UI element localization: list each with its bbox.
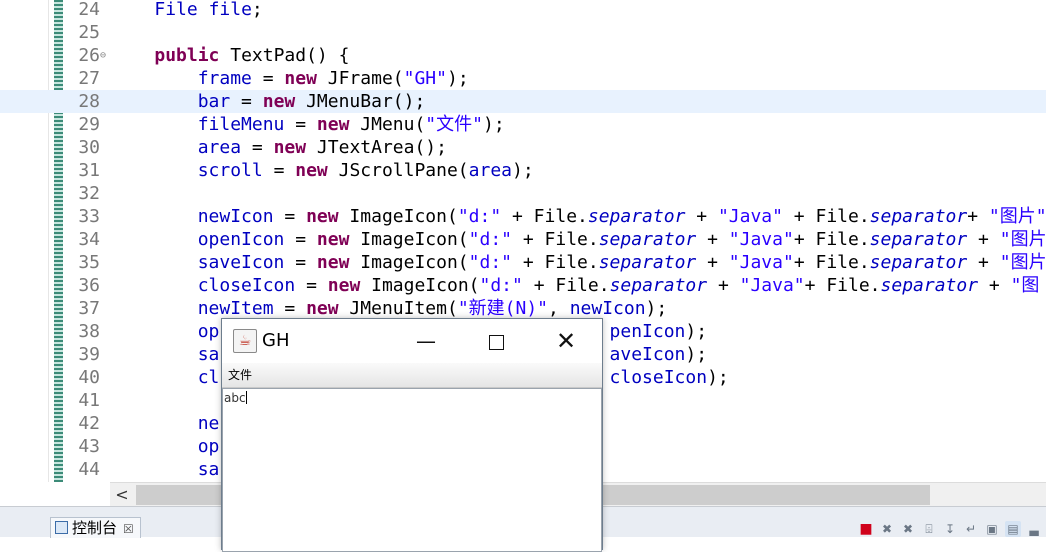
line-number: 26 [78,45,100,66]
code-line[interactable]: 32 [0,182,1046,205]
line-number: 31 [78,160,100,181]
gh-window[interactable]: ☕ GH — ✕ 文件 abc [221,318,603,552]
code-text: ne [197,413,220,434]
text-area-content: abc [224,391,246,405]
line-number: 34 [78,229,100,250]
code-text: fileMenu = new JMenu("文件"); [197,114,505,135]
minimize-icon[interactable]: ▃ [1026,521,1042,537]
line-number: 29 [78,114,100,135]
word-wrap-icon[interactable]: ↵ [963,521,979,537]
window-title: GH [262,330,290,351]
line-number: 39 [78,344,100,365]
text-caret [245,391,247,404]
java-app-icon: ☕ [233,329,257,353]
close-button[interactable]: ✕ [548,325,584,357]
line-number: 42 [78,413,100,434]
line-number: 40 [78,367,100,388]
code-line[interactable]: 28 bar = new JMenuBar(); [0,90,1046,113]
line-number: 35 [78,252,100,273]
menu-bar: 文件 [222,363,602,388]
code-line[interactable]: 35 saveIcon = new ImageIcon("d:" + File.… [0,251,1046,274]
code-line[interactable]: 37 newItem = new JMenuItem("新建(N)", newI… [0,297,1046,320]
console-icon [55,521,68,534]
stop-icon[interactable]: ■ [858,521,874,537]
code-text: bar = new JMenuBar(); [197,91,426,112]
code-text: public TextPad() { [154,45,350,66]
line-number: 28 [78,91,100,112]
code-text: saveIcon = new ImageIcon("d:" + File.sep… [197,252,1046,273]
console-toolbar: ■ ✖ ✖ ⌹ ↧ ↵ ▣ ▤ ▃ [858,521,1042,537]
clear-console-icon[interactable]: ⌹ [921,521,937,537]
code-line[interactable]: 27 frame = new JFrame("GH"); [0,67,1046,90]
code-text: newIcon = new ImageIcon("d:" + File.sepa… [197,206,1046,227]
minimize-button[interactable]: — [408,325,444,357]
remove-launch-icon[interactable]: ✖ [879,521,895,537]
line-number: 43 [78,436,100,457]
code-text: openIcon = new ImageIcon("d:" + File.sep… [197,229,1046,250]
code-line[interactable]: 24 File file; [0,0,1046,21]
code-text: newItem = new JMenuItem("新建(N)", newIcon… [197,298,668,319]
scroll-left-arrow[interactable]: < [110,483,134,507]
remove-all-icon[interactable]: ✖ [900,521,916,537]
code-line[interactable]: 26 ⊖ public TextPad() { [0,44,1046,67]
line-number: 30 [78,137,100,158]
code-line[interactable]: 31 scroll = new JScrollPane(area); [0,159,1046,182]
code-text: sa [197,459,220,480]
line-number: 32 [78,183,100,204]
code-text: area = new JTextArea(); [197,137,447,158]
code-line[interactable]: 33 newIcon = new ImageIcon("d:" + File.s… [0,205,1046,228]
window-titlebar[interactable]: ☕ GH — ✕ [222,319,602,363]
code-text: frame = new JFrame("GH"); [197,68,469,89]
code-text: scroll = new JScrollPane(area); [197,160,534,181]
line-number: 24 [78,0,100,20]
code-text: File file; [154,0,263,20]
code-line[interactable]: 30 area = new JTextArea(); [0,136,1046,159]
menu-file[interactable]: 文件 [228,366,252,384]
scroll-lock-icon[interactable]: ↧ [942,521,958,537]
close-icon[interactable]: ☒ [123,522,134,536]
tab-console[interactable]: 控制台 ☒ [50,517,141,538]
line-number: 36 [78,275,100,296]
line-number: 27 [78,68,100,89]
code-text: op [197,436,220,457]
line-number: 41 [78,390,100,411]
line-number: 37 [78,298,100,319]
code-line[interactable]: 34 openIcon = new ImageIcon("d:" + File.… [0,228,1046,251]
pin-console-icon[interactable]: ▣ [984,521,1000,537]
line-number: 44 [78,459,100,480]
line-number: 25 [78,22,100,43]
line-number: 38 [78,321,100,342]
console-tab-label: 控制台 [72,519,118,537]
code-line[interactable]: 36 closeIcon = new ImageIcon("d:" + File… [0,274,1046,297]
maximize-button[interactable] [478,325,514,357]
code-line[interactable]: 25 [0,21,1046,44]
maximize-icon [488,335,504,350]
code-text: closeIcon = new ImageIcon("d:" + File.se… [197,275,1040,296]
text-area[interactable]: abc [222,388,602,552]
line-number: 33 [78,206,100,227]
open-console-icon[interactable]: ▤ [1005,521,1021,537]
fold-icon[interactable]: ⊖ [100,44,106,67]
code-line[interactable]: 29 fileMenu = new JMenu("文件"); [0,113,1046,136]
